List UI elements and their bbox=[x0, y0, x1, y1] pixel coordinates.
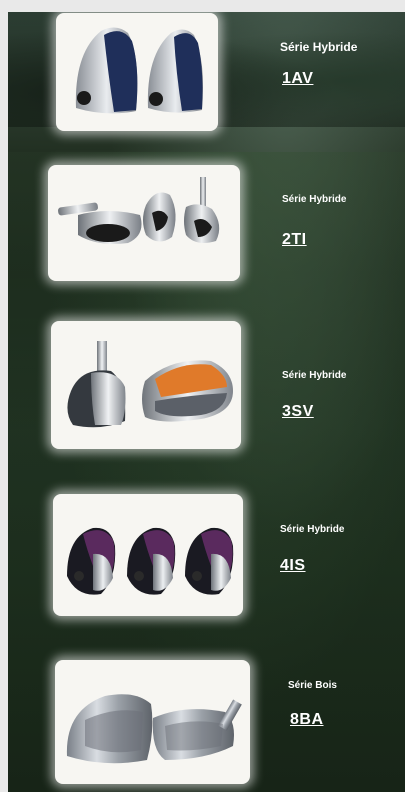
product-link-2ti[interactable]: 2TI bbox=[282, 231, 307, 249]
product-image-8ba[interactable] bbox=[55, 660, 250, 784]
product-link-4is[interactable]: 4IS bbox=[280, 557, 306, 575]
hybrid-clubheads-3sv-icon bbox=[67, 341, 233, 428]
product-link-1av[interactable]: 1AV bbox=[282, 70, 313, 88]
product-link-3sv[interactable]: 3SV bbox=[282, 403, 314, 421]
hybrid-clubheads-1av-icon bbox=[75, 27, 203, 114]
product-panel: Série Hybride 1AV Série Hybride 2TI Séri… bbox=[8, 12, 405, 792]
series-label-4: Série Hybride bbox=[280, 524, 345, 535]
series-label-3: Série Hybride bbox=[282, 370, 347, 381]
series-label-5: Série Bois bbox=[288, 680, 337, 691]
product-image-1av[interactable] bbox=[56, 13, 218, 131]
wood-clubheads-8ba-icon bbox=[66, 694, 242, 764]
hybrid-clubheads-4is-icon bbox=[67, 527, 234, 595]
series-label-2: Série Hybride bbox=[282, 194, 347, 205]
series-label-1: Série Hybride bbox=[280, 40, 358, 54]
product-image-4is[interactable] bbox=[53, 494, 243, 616]
hybrid-clubheads-2ti-icon bbox=[58, 177, 220, 244]
product-image-3sv[interactable] bbox=[51, 321, 241, 449]
product-image-2ti[interactable] bbox=[48, 165, 240, 281]
product-link-8ba[interactable]: 8BA bbox=[290, 711, 324, 729]
